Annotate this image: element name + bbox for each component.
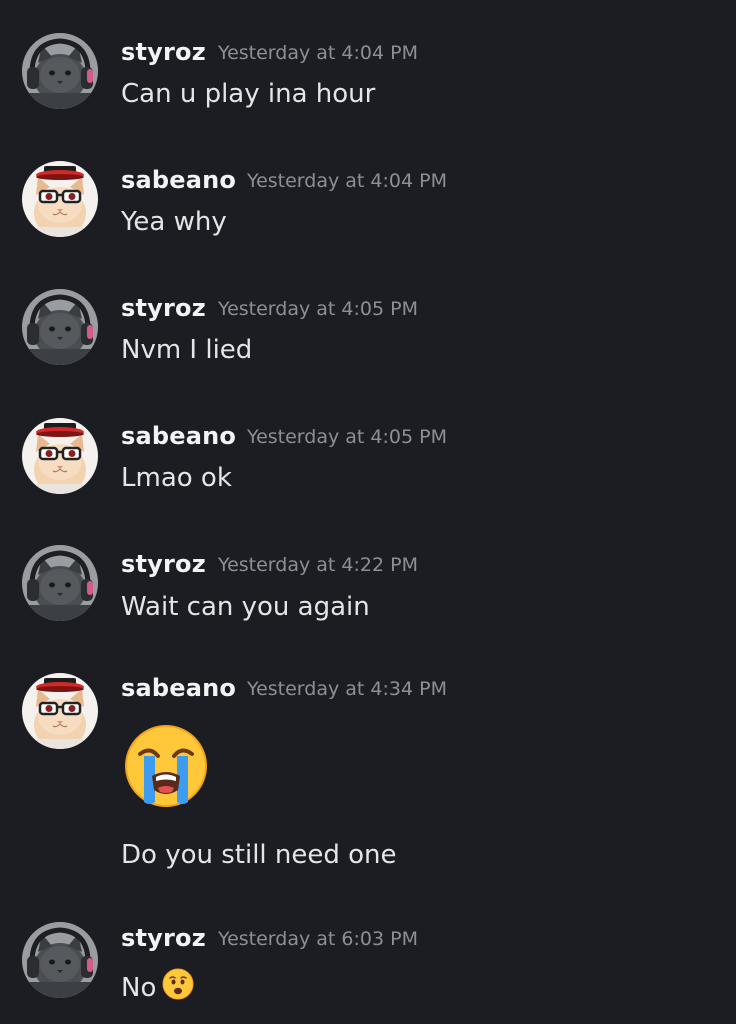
avatar[interactable] [22,33,98,109]
avatar[interactable] [22,545,98,621]
timestamp: Yesterday at 4:34 PM [247,678,447,700]
message-text: Nvm I lied [121,335,253,365]
timestamp: Yesterday at 4:05 PM [247,426,447,448]
avatar[interactable] [22,289,98,365]
message-text-content: No [121,973,157,1003]
avatar[interactable] [22,418,98,494]
message-text: Do you still need one [121,840,397,870]
message-text: No [121,968,194,1007]
message-text: Lmao ok [121,463,232,493]
username[interactable]: styroz [121,38,206,66]
username[interactable]: styroz [121,924,206,952]
username[interactable]: sabeano [121,422,236,450]
chat-messages: styroz Yesterday at 4:04 PM Can u play i… [0,0,736,1024]
timestamp: Yesterday at 4:04 PM [218,42,418,64]
username[interactable]: sabeano [121,674,236,702]
loudly-crying-face-emoji [122,724,210,812]
message-text: Can u play ina hour [121,79,376,109]
timestamp: Yesterday at 6:03 PM [218,928,418,950]
frowning-open-mouth-emoji [162,968,194,1007]
avatar[interactable] [22,922,98,998]
message-text: Yea why [121,207,227,237]
username[interactable]: styroz [121,550,206,578]
username[interactable]: styroz [121,294,206,322]
timestamp: Yesterday at 4:05 PM [218,298,418,320]
timestamp: Yesterday at 4:22 PM [218,554,418,576]
username[interactable]: sabeano [121,166,236,194]
timestamp: Yesterday at 4:04 PM [247,170,447,192]
avatar[interactable] [22,161,98,237]
message-text: Wait can you again [121,592,370,622]
avatar[interactable] [22,673,98,749]
